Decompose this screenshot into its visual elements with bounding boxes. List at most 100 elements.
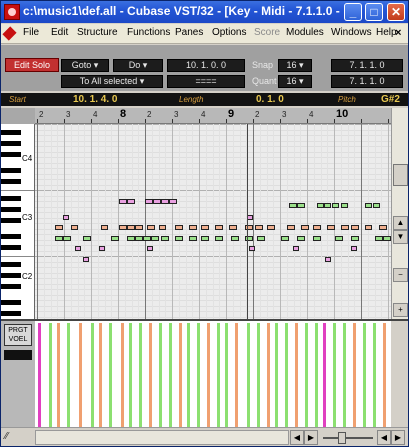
right-locator-bottom[interactable]: 7. 1. 1. 0 [331, 75, 403, 88]
midi-note[interactable] [317, 203, 324, 208]
midi-note[interactable] [324, 203, 331, 208]
midi-note[interactable] [327, 225, 335, 230]
midi-note[interactable] [249, 246, 255, 251]
midi-note[interactable] [351, 225, 359, 230]
close-button[interactable]: ✕ [387, 3, 405, 21]
midi-note[interactable] [375, 236, 383, 241]
velocity-bar[interactable] [149, 323, 152, 427]
vertical-scrollbar[interactable]: ▲ ▼ − + [391, 108, 408, 319]
midi-note[interactable] [335, 236, 343, 241]
midi-note[interactable] [231, 236, 239, 241]
midi-note[interactable] [63, 215, 69, 220]
note-grid[interactable] [35, 124, 391, 319]
velocity-bar[interactable] [179, 323, 182, 427]
black-key[interactable] [1, 245, 21, 250]
menu-structure[interactable]: Structure [77, 27, 118, 38]
scroll-down-button[interactable]: ▼ [393, 230, 408, 244]
velocity-bar[interactable] [333, 323, 336, 427]
midi-note[interactable] [229, 225, 237, 230]
velocity-bar[interactable] [169, 323, 172, 427]
velocity-bar[interactable] [139, 323, 142, 427]
midi-note[interactable] [175, 225, 183, 230]
midi-note[interactable] [147, 246, 153, 251]
menu-edit[interactable]: Edit [51, 27, 68, 38]
midi-note[interactable] [55, 236, 63, 241]
scroll-up-button[interactable]: ▲ [393, 216, 408, 230]
black-key[interactable] [1, 272, 21, 278]
midi-note[interactable] [127, 199, 135, 204]
title-bar[interactable]: c:\music1\def.all - Cubase VST/32 - [Key… [1, 1, 408, 23]
velocity-bar[interactable] [305, 323, 308, 427]
goto-dropdown[interactable]: Goto ▾ [61, 59, 109, 72]
zoom-left-button[interactable]: ◀ [377, 430, 391, 445]
black-key[interactable] [1, 283, 21, 289]
midi-note[interactable] [215, 225, 223, 230]
midi-note[interactable] [313, 236, 321, 241]
velocity-bar[interactable] [353, 323, 356, 427]
pitch-value[interactable]: G#2 [381, 94, 400, 105]
midi-note[interactable] [365, 225, 372, 230]
midi-note[interactable] [151, 236, 159, 241]
midi-note[interactable] [99, 246, 105, 251]
midi-note[interactable] [135, 236, 143, 241]
velocity-bar[interactable] [159, 323, 162, 427]
black-key[interactable] [1, 168, 21, 173]
midi-note[interactable] [297, 236, 305, 241]
secondary-position-field[interactable]: ==== [167, 75, 245, 88]
midi-note[interactable] [201, 236, 209, 241]
midi-note[interactable] [75, 246, 81, 251]
midi-note[interactable] [119, 225, 127, 230]
controller-lane[interactable] [35, 319, 391, 427]
velocity-bar[interactable] [217, 323, 220, 427]
midi-note[interactable] [379, 225, 387, 230]
midi-note[interactable] [127, 236, 135, 241]
black-key[interactable] [1, 311, 21, 316]
zoom-right-button[interactable]: ▶ [391, 430, 405, 445]
midi-note[interactable] [101, 225, 108, 230]
midi-note[interactable] [341, 225, 349, 230]
scroll-left-button[interactable]: ◀ [290, 430, 304, 445]
velocity-bar[interactable] [315, 323, 318, 427]
midi-note[interactable] [313, 225, 321, 230]
midi-note[interactable] [159, 225, 166, 230]
velocity-bar[interactable] [373, 323, 376, 427]
edit-solo-button[interactable]: Edit Solo [5, 58, 59, 72]
midi-note[interactable] [189, 236, 197, 241]
velocity-bar[interactable] [197, 323, 200, 427]
midi-note[interactable] [332, 203, 339, 208]
midi-note[interactable] [255, 225, 263, 230]
midi-note[interactable] [169, 199, 177, 204]
velocity-bar[interactable] [99, 323, 102, 427]
velocity-bar[interactable] [129, 323, 132, 427]
velocity-bar[interactable] [363, 323, 366, 427]
black-key[interactable] [1, 151, 21, 157]
midi-note[interactable] [147, 225, 155, 230]
midi-note[interactable] [257, 236, 265, 241]
to-all-selected-dropdown[interactable]: To All selected ▾ [61, 75, 163, 88]
horizontal-scrollbar[interactable] [35, 430, 289, 445]
velocity-bar[interactable] [79, 323, 82, 427]
velocity-bar[interactable] [207, 323, 210, 427]
zoom-plus-button[interactable]: + [393, 303, 408, 317]
maximize-button[interactable]: □ [365, 3, 383, 21]
midi-note[interactable] [301, 225, 309, 230]
black-key[interactable] [1, 179, 21, 184]
velocity-bar[interactable] [343, 323, 346, 427]
midi-note[interactable] [71, 225, 78, 230]
black-key[interactable] [1, 140, 21, 146]
midi-note[interactable] [83, 236, 91, 241]
zoom-slider-thumb[interactable] [338, 432, 346, 444]
menu-file[interactable]: File [23, 27, 39, 38]
menu-modules[interactable]: Modules [286, 27, 324, 38]
black-key[interactable] [1, 129, 21, 135]
black-key[interactable] [1, 217, 21, 223]
midi-note[interactable] [373, 203, 380, 208]
midi-note[interactable] [267, 225, 275, 230]
midi-note[interactable] [325, 257, 331, 262]
velocity-bar[interactable] [275, 323, 278, 427]
midi-note[interactable] [161, 236, 169, 241]
velocity-bar[interactable] [267, 323, 270, 427]
black-key[interactable] [1, 261, 21, 267]
midi-note[interactable] [119, 199, 127, 204]
midi-note[interactable] [351, 246, 357, 251]
